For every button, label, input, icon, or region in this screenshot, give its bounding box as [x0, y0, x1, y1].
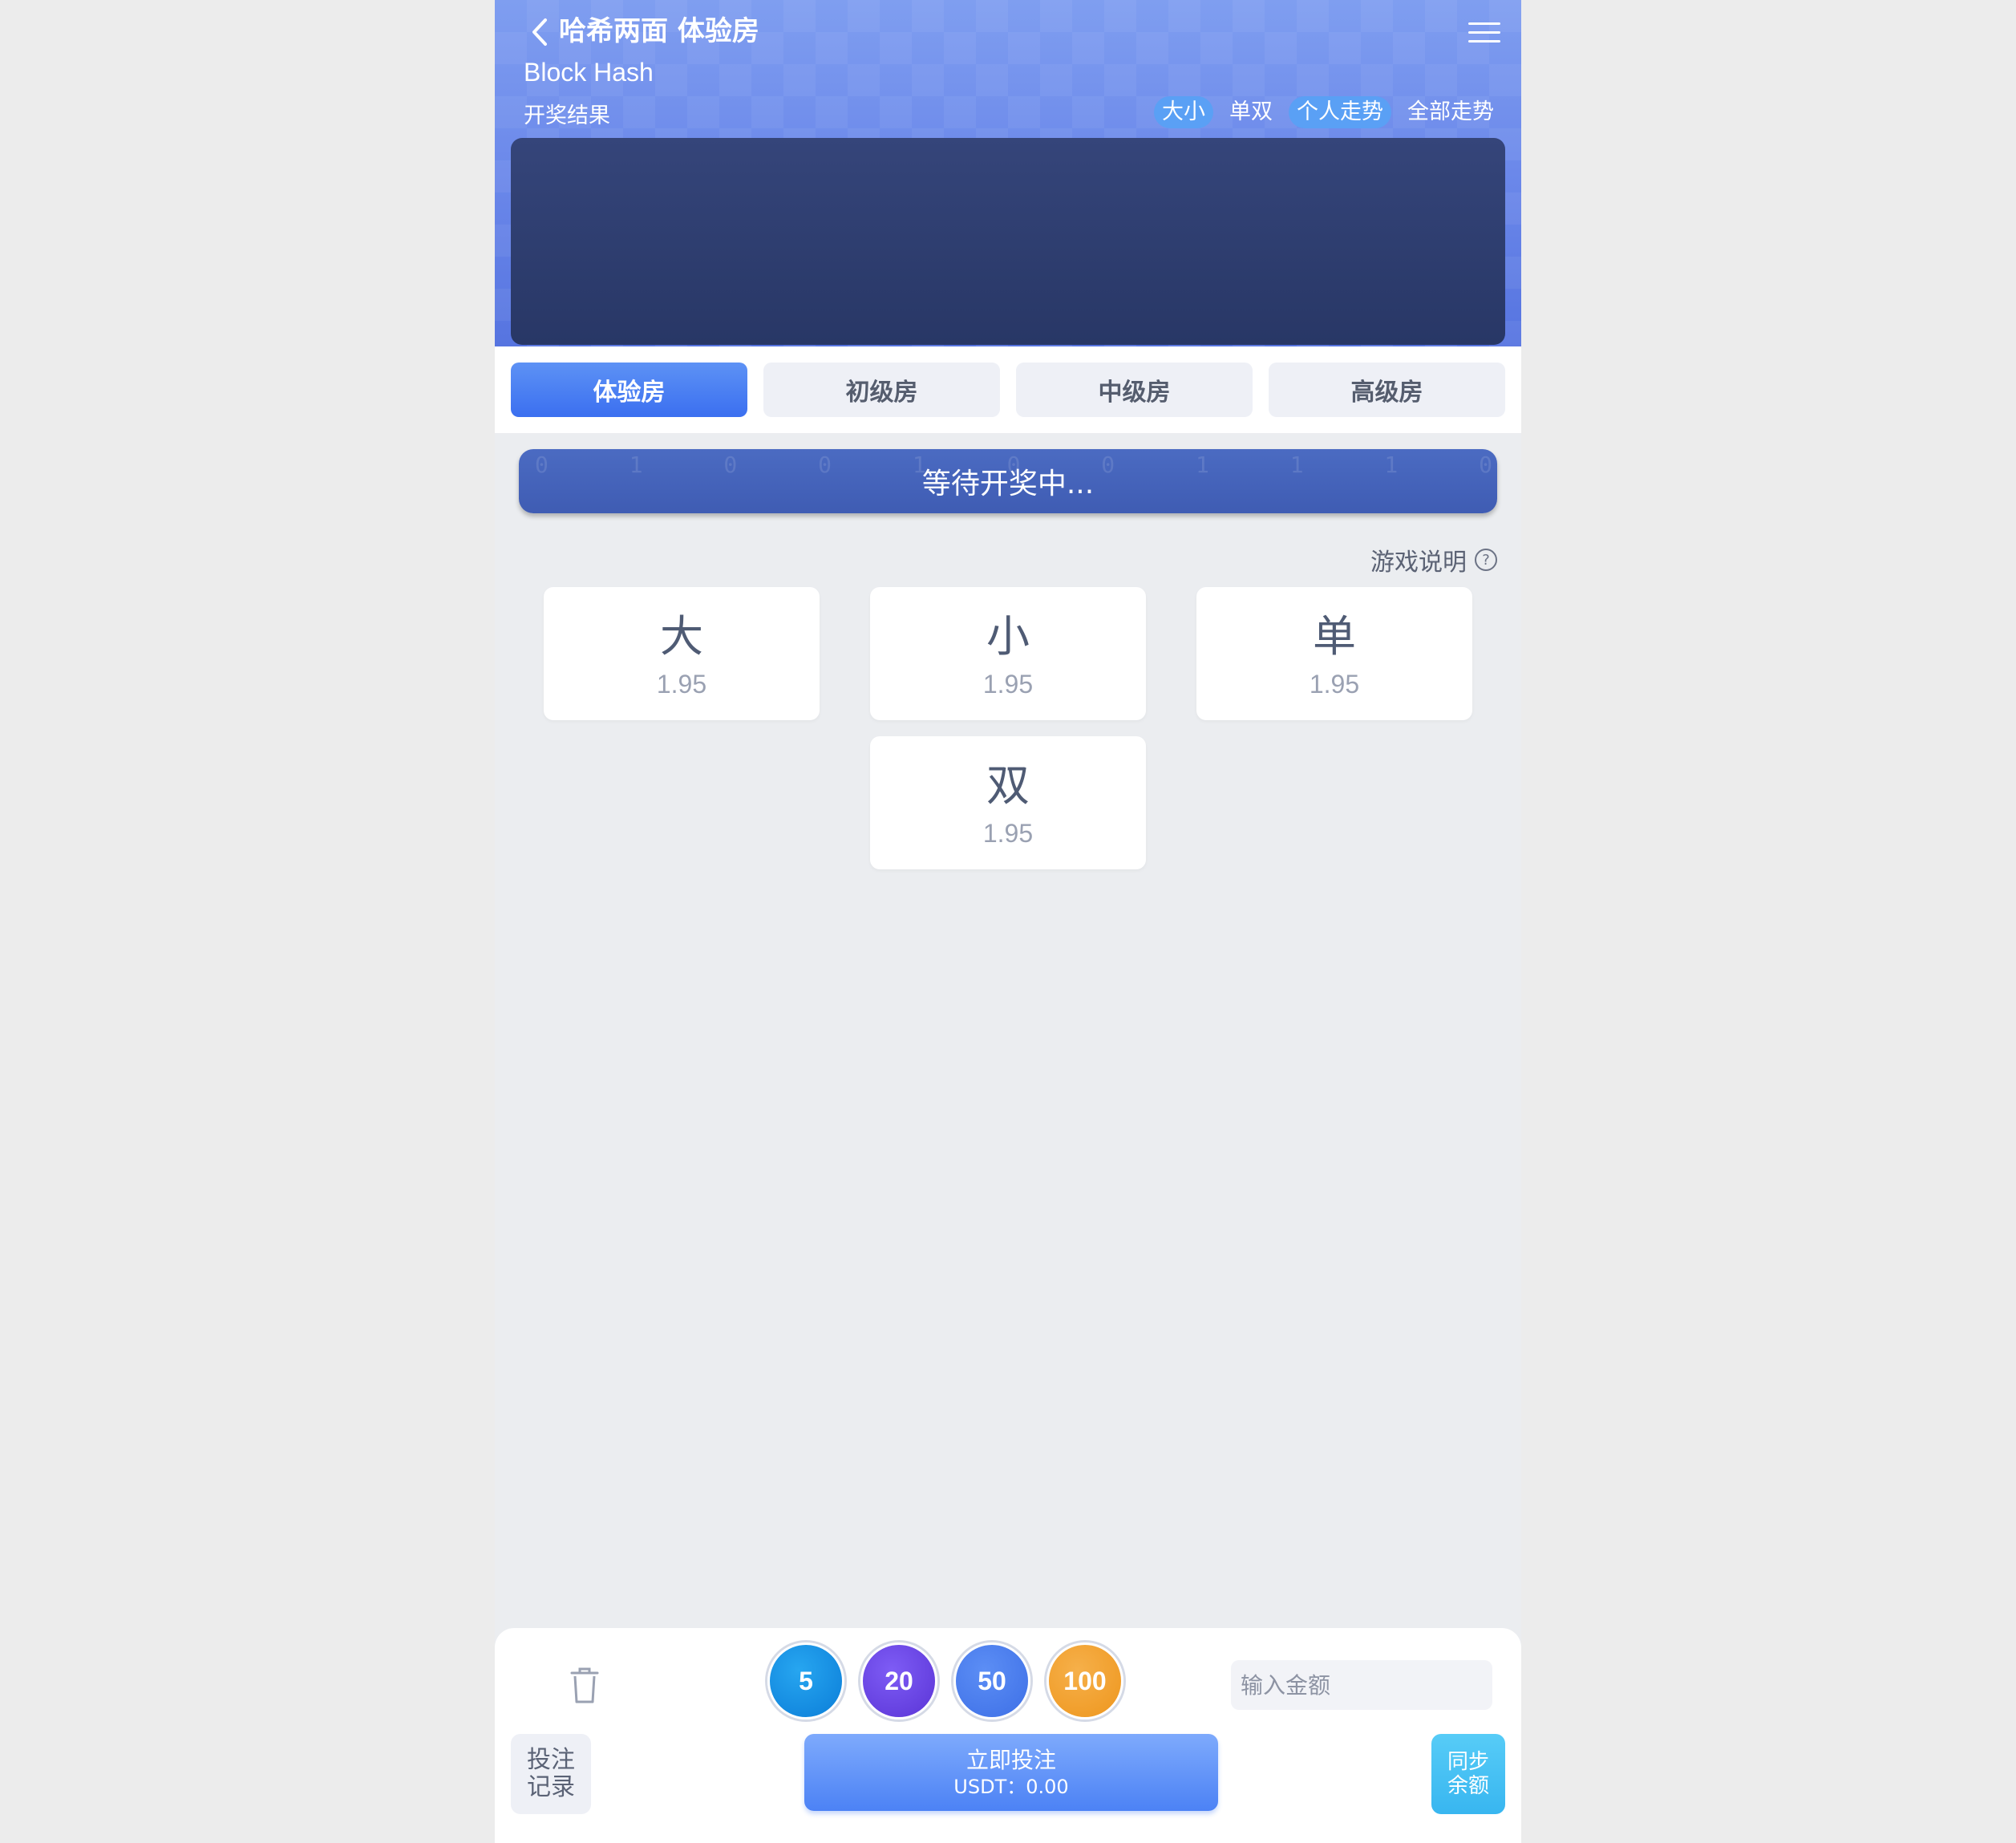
- sync-balance-button[interactable]: 同步余额: [1431, 1734, 1505, 1814]
- chip-5[interactable]: 5: [767, 1642, 844, 1719]
- trend-tab-all[interactable]: 全部走势: [1399, 96, 1502, 128]
- option-odds: 1.95: [982, 669, 1034, 699]
- room-tabs: 体验房 初级房 中级房 高级房: [495, 346, 1521, 433]
- trend-tab-personal[interactable]: 个人走势: [1289, 96, 1391, 128]
- page-title: 哈希两面 体验房: [559, 15, 759, 47]
- option-odds: 1.95: [982, 818, 1034, 848]
- amount-input[interactable]: [1231, 1660, 1492, 1710]
- bet-option-small[interactable]: 小 1.95: [870, 587, 1146, 720]
- bet-option-even[interactable]: 双 1.95: [870, 736, 1146, 869]
- menu-icon[interactable]: [1468, 16, 1500, 48]
- trend-tab-odd-even[interactable]: 单双: [1221, 96, 1281, 128]
- trash-icon[interactable]: [567, 1667, 602, 1707]
- app-screen: 哈希两面 体验房 Block Hash 开奖结果 大小 单双 个人走势 全部走势…: [495, 0, 1521, 1843]
- tab-beginner-room[interactable]: 初级房: [763, 363, 1000, 417]
- bet-panel: 5 20 50 100 投注记录 立即投注 USDT：0.00 同步余额: [495, 1628, 1521, 1843]
- option-odds: 1.95: [656, 669, 707, 699]
- trend-tab-size[interactable]: 大小: [1154, 96, 1213, 128]
- result-panel: [511, 138, 1505, 345]
- option-name: 大: [660, 610, 703, 662]
- bet-option-big[interactable]: 大 1.95: [544, 587, 820, 720]
- chip-50[interactable]: 50: [953, 1642, 1030, 1719]
- tab-advanced-room[interactable]: 高级房: [1269, 363, 1505, 417]
- option-name: 单: [1313, 610, 1356, 662]
- tab-intermediate-room[interactable]: 中级房: [1016, 363, 1253, 417]
- back-icon[interactable]: [524, 16, 556, 48]
- question-circle-icon: ?: [1475, 549, 1497, 571]
- chip-100[interactable]: 100: [1046, 1642, 1123, 1719]
- option-name: 小: [986, 610, 1030, 662]
- game-help-label: 游戏说明: [1370, 549, 1467, 577]
- block-hash-subtitle: Block Hash: [524, 58, 654, 87]
- draw-status-bar: 0 1 0 0 1 0 0 1 1 1 0 1 0 等待开奖中...: [519, 449, 1497, 513]
- header: 哈希两面 体验房 Block Hash 开奖结果 大小 单双 个人走势 全部走势: [495, 0, 1521, 346]
- draw-status-text: 等待开奖中...: [921, 468, 1095, 500]
- option-odds: 1.95: [1309, 669, 1360, 699]
- chip-20[interactable]: 20: [860, 1642, 937, 1719]
- bet-option-odd[interactable]: 单 1.95: [1196, 587, 1472, 720]
- bet-records-button[interactable]: 投注记录: [511, 1734, 591, 1814]
- result-label: 开奖结果: [524, 103, 610, 128]
- option-name: 双: [986, 759, 1030, 811]
- tab-trial-room[interactable]: 体验房: [511, 363, 747, 417]
- trend-tabs: 大小 单双 个人走势 全部走势: [1154, 96, 1502, 128]
- place-bet-button[interactable]: 立即投注 USDT：0.00: [804, 1734, 1218, 1811]
- balance-text: USDT：0.00: [953, 1776, 1069, 1798]
- game-help-link[interactable]: 游戏说明 ?: [1370, 542, 1497, 577]
- place-bet-label: 立即投注: [965, 1747, 1056, 1773]
